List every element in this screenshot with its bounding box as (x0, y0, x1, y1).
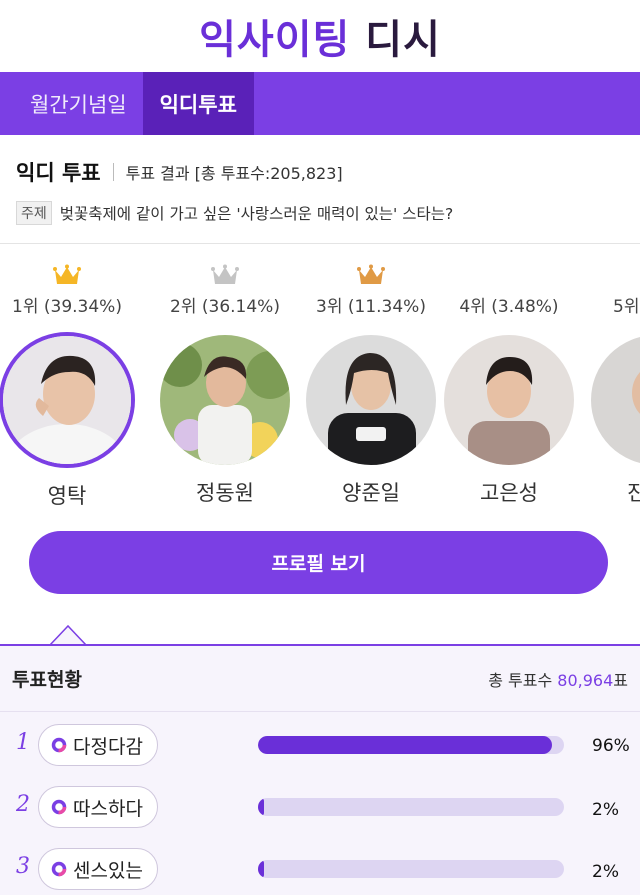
logo-text-part1: 익사이팅 (199, 17, 351, 63)
candidate-name: 정동원 (196, 481, 254, 505)
topic-badge: 주제 (16, 201, 52, 225)
rank-percent: 3위 (11.34%) (316, 297, 426, 317)
status-percent: 2% (592, 800, 619, 820)
avatar[interactable] (591, 335, 640, 465)
avatar[interactable] (444, 335, 574, 465)
ranking-item[interactable]: 1위 (39.34%) 영탁 (0, 258, 140, 510)
progress-bar (258, 736, 564, 754)
keyword-pill[interactable]: 다정다감 (38, 724, 158, 766)
ranking-carousel[interactable]: 1위 (39.34%) 영탁 2위 (36.14%) 정동원 3위 (11.34… (0, 244, 640, 514)
silver-crown-icon (152, 258, 298, 286)
bronze-crown-icon (298, 258, 444, 286)
rank-percent: 4위 (3.48%) (459, 297, 559, 317)
total-votes: 총 투표수 80,964표 (488, 667, 628, 691)
total-votes-label: 총 투표수 (488, 670, 553, 690)
status-percent: 96% (592, 736, 630, 756)
candidate-name: 고은성 (480, 481, 538, 505)
ranking-item[interactable]: 5위 진 (583, 258, 640, 507)
progress-bar (258, 860, 564, 878)
vote-status-panel: 투표현황 총 투표수 80,964표 1 다정다감 96% 2 따스하다 2% … (0, 644, 640, 895)
status-percent: 2% (592, 862, 619, 882)
rank-percent: 5위 (613, 297, 640, 317)
progress-bar-fill (258, 736, 552, 754)
crown-placeholder (583, 258, 640, 286)
view-profile-button[interactable]: 프로필 보기 (29, 531, 608, 594)
logo-bar: 익사이팅 디시 (0, 0, 640, 72)
total-votes-unit: 표 (613, 670, 628, 690)
keyword-pill[interactable]: 센스있는 (38, 848, 158, 890)
keyword-ring-icon (51, 799, 67, 815)
ranking-item[interactable]: 4위 (3.48%) 고은성 (436, 258, 582, 507)
vote-topic: 벚꽃축제에 같이 가고 싶은 '사랑스러운 매력이 있는' 스타는? (59, 205, 454, 223)
candidate-name: 양준일 (342, 481, 400, 505)
vote-header: 익디 투표 투표 결과 [총 투표수:205,823] 주제 벚꽃축제에 같이 … (0, 135, 640, 225)
rank-percent: 2위 (36.14%) (170, 297, 280, 317)
vote-title: 익디 투표 (16, 161, 101, 185)
vote-status-row[interactable]: 3 센스있는 2% (0, 844, 640, 894)
vote-status-row[interactable]: 2 따스하다 2% (0, 782, 640, 832)
tab-ikdi-vote[interactable]: 익디투표 (142, 72, 254, 135)
status-rank: 3 (16, 854, 30, 879)
ranking-item[interactable]: 3위 (11.34%) 양준일 (298, 258, 444, 507)
keyword-label: 센스있는 (73, 859, 143, 882)
tab-monthly-anniversary[interactable]: 월간기념일 (14, 72, 143, 135)
progress-bar (258, 798, 564, 816)
main-tabs: 월간기념일 익디투표 (0, 72, 640, 135)
status-rank: 1 (16, 730, 30, 755)
rank-percent: 1위 (39.34%) (12, 297, 122, 317)
keyword-label: 다정다감 (73, 735, 143, 758)
ranking-item[interactable]: 2위 (36.14%) 정동원 (152, 258, 298, 507)
candidate-name: 진 (627, 481, 640, 505)
keyword-pill[interactable]: 따스하다 (38, 786, 158, 828)
title-divider (112, 163, 114, 181)
site-logo[interactable]: 익사이팅 디시 (199, 7, 441, 65)
vote-title-row: 익디 투표 투표 결과 [총 투표수:205,823] (16, 157, 624, 187)
avatar[interactable] (0, 332, 135, 468)
vote-status-title: 투표현황 (12, 669, 82, 691)
keyword-ring-icon (51, 861, 67, 877)
total-votes-value: 80,964 (557, 670, 614, 690)
crown-placeholder (436, 258, 582, 286)
candidate-name: 영탁 (47, 484, 87, 508)
progress-bar-fill (258, 798, 265, 816)
gold-crown-icon (0, 258, 140, 286)
avatar[interactable] (160, 335, 290, 465)
status-rank: 2 (16, 792, 30, 817)
keyword-ring-icon (51, 737, 67, 753)
keyword-label: 따스하다 (73, 797, 143, 820)
avatar[interactable] (306, 335, 436, 465)
vote-result-summary: 투표 결과 [총 투표수:205,823] (125, 164, 343, 183)
vote-status-row[interactable]: 1 다정다감 96% (0, 720, 640, 770)
vote-status-header: 투표현황 총 투표수 80,964표 (0, 646, 640, 712)
topic-row: 주제 벚꽃축제에 같이 가고 싶은 '사랑스러운 매력이 있는' 스타는? (16, 201, 624, 225)
progress-bar-fill (258, 860, 265, 878)
status-pointer-icon (50, 624, 86, 646)
logo-text-part2: 디시 (365, 17, 441, 63)
